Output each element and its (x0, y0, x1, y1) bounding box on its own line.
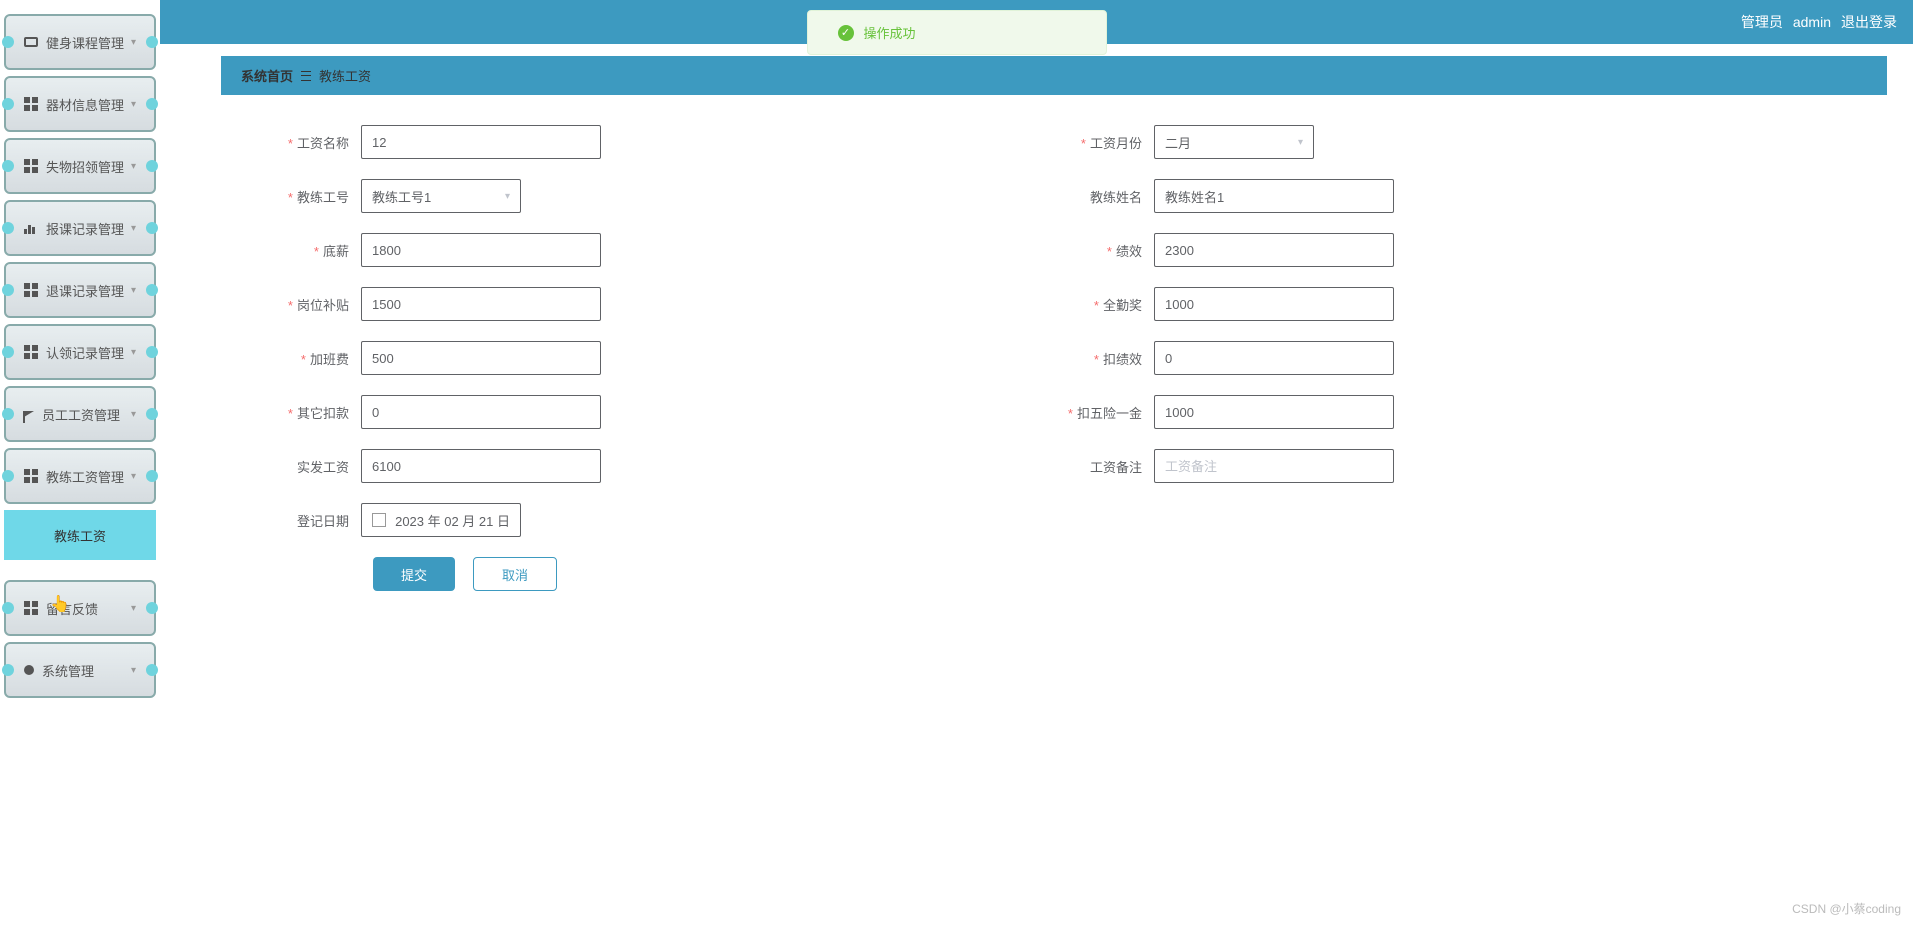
label-other-deduct: 其它扣款 (261, 403, 361, 422)
logout-link[interactable]: 退出登录 (1841, 12, 1897, 32)
coach-id-select[interactable]: 教练工号1 ▾ (361, 179, 521, 213)
breadcrumb: 系统首页 教练工资 (221, 56, 1887, 95)
sidebar-item-claim[interactable]: 认领记录管理 ▾ (4, 324, 156, 380)
salary-month-select[interactable]: 二月 ▾ (1154, 125, 1314, 159)
success-toast: ✓ 操作成功 (807, 10, 1107, 55)
grid-icon (24, 159, 38, 173)
chevron-down-icon: ▾ (131, 99, 136, 110)
sidebar-item-system[interactable]: 系统管理 ▾ (4, 642, 156, 698)
salary-name-input[interactable] (361, 125, 601, 159)
sidebar-item-label: 健身课程管理 (46, 33, 131, 52)
reg-date-picker[interactable]: 2023 年 02 月 21 日 (361, 503, 521, 537)
breadcrumb-current: 教练工资 (319, 66, 371, 85)
deduct-perf-input[interactable] (1154, 341, 1394, 375)
sidebar-item-label: 员工工资管理 (42, 405, 131, 424)
grid-icon (24, 345, 38, 359)
sidebar-item-label: 认领记录管理 (46, 343, 131, 362)
watermark: CSDN @小蔡coding (1792, 900, 1901, 917)
select-value: 二月 (1165, 133, 1191, 152)
salary-form: 工资名称 教练工号 教练工号1 ▾ 底薪 岗位补贴 加班费 (221, 95, 1887, 621)
label-reg-date: 登记日期 (261, 511, 361, 530)
sidebar-subitem-coach-salary[interactable]: 教练工资 (4, 510, 156, 560)
sidebar-item-label: 留言反馈 (46, 599, 131, 618)
label-actual-pay: 实发工资 (261, 457, 361, 476)
grid-icon (24, 97, 38, 111)
chevron-down-icon: ▾ (131, 223, 136, 234)
label-attendance-bonus: 全勤奖 (1054, 295, 1154, 314)
insurance-input[interactable] (1154, 395, 1394, 429)
chevron-down-icon: ▾ (131, 347, 136, 358)
label-coach-name: 教练姓名 (1054, 187, 1154, 206)
sidebar-item-label: 系统管理 (42, 661, 131, 680)
toast-text: 操作成功 (864, 23, 916, 42)
chevron-down-icon: ▾ (131, 603, 136, 614)
menu-icon (301, 71, 311, 81)
chevron-down-icon: ▾ (131, 285, 136, 296)
label-salary-month: 工资月份 (1054, 133, 1154, 152)
grid-icon (24, 283, 38, 297)
select-value: 教练工号1 (372, 187, 431, 206)
monitor-icon (24, 37, 38, 47)
calendar-icon (372, 513, 386, 527)
remark-input[interactable] (1154, 449, 1394, 483)
main-content: 系统首页 教练工资 工资名称 教练工号 教练工号1 ▾ 底薪 岗位补贴 (165, 44, 1913, 641)
sidebar-item-label: 教练工资管理 (46, 467, 131, 486)
label-overtime: 加班费 (261, 349, 361, 368)
sidebar-item-label: 报课记录管理 (46, 219, 131, 238)
label-base-salary: 底薪 (261, 241, 361, 260)
sidebar-item-unenroll[interactable]: 退课记录管理 ▾ (4, 262, 156, 318)
label-performance: 绩效 (1054, 241, 1154, 260)
label-coach-id: 教练工号 (261, 187, 361, 206)
user-info: 管理员 admin 退出登录 (1741, 12, 1897, 32)
flag-icon (24, 411, 34, 417)
attendance-bonus-input[interactable] (1154, 287, 1394, 321)
chevron-down-icon: ▾ (505, 191, 510, 202)
grid-icon (24, 469, 38, 483)
username[interactable]: admin (1793, 14, 1831, 30)
breadcrumb-home[interactable]: 系统首页 (241, 66, 293, 85)
coach-name-input[interactable] (1154, 179, 1394, 213)
label-remark: 工资备注 (1054, 457, 1154, 476)
sidebar-item-label: 器材信息管理 (46, 95, 131, 114)
label-salary-name: 工资名称 (261, 133, 361, 152)
chart-icon (24, 222, 38, 234)
chevron-down-icon: ▾ (131, 161, 136, 172)
sidebar-item-equipment[interactable]: 器材信息管理 ▾ (4, 76, 156, 132)
chevron-down-icon: ▾ (131, 471, 136, 482)
sidebar-item-enroll[interactable]: 报课记录管理 ▾ (4, 200, 156, 256)
label-post-subsidy: 岗位补贴 (261, 295, 361, 314)
dot-icon (24, 665, 34, 675)
sidebar-item-staff-salary[interactable]: 员工工资管理 ▾ (4, 386, 156, 442)
sidebar-subitem-label: 教练工资 (54, 526, 106, 545)
chevron-down-icon: ▾ (131, 665, 136, 676)
sidebar-item-coach-salary[interactable]: 教练工资管理 ▾ (4, 448, 156, 504)
grid-icon (24, 601, 38, 615)
sidebar-item-course[interactable]: 健身课程管理 ▾ (4, 14, 156, 70)
submit-button[interactable]: 提交 (373, 557, 455, 591)
chevron-down-icon: ▾ (131, 37, 136, 48)
label-insurance: 扣五险一金 (1054, 403, 1154, 422)
overtime-input[interactable] (361, 341, 601, 375)
other-deduct-input[interactable] (361, 395, 601, 429)
check-icon: ✓ (838, 25, 854, 41)
chevron-down-icon: ▾ (1298, 137, 1303, 148)
date-value: 2023 年 02 月 21 日 (395, 511, 510, 530)
sidebar-item-lostfound[interactable]: 失物招领管理 ▾ (4, 138, 156, 194)
base-salary-input[interactable] (361, 233, 601, 267)
post-subsidy-input[interactable] (361, 287, 601, 321)
sidebar-item-label: 失物招领管理 (46, 157, 131, 176)
cancel-button[interactable]: 取消 (473, 557, 557, 591)
sidebar-item-feedback[interactable]: 留言反馈 ▾ 👆 (4, 580, 156, 636)
role-label: 管理员 (1741, 12, 1783, 32)
chevron-down-icon: ▾ (131, 409, 136, 420)
sidebar-item-label: 退课记录管理 (46, 281, 131, 300)
actual-pay-input[interactable] (361, 449, 601, 483)
sidebar: 健身课程管理 ▾ 器材信息管理 ▾ 失物招领管理 ▾ 报课记录管理 ▾ 退课记录… (0, 0, 160, 925)
performance-input[interactable] (1154, 233, 1394, 267)
label-deduct-perf: 扣绩效 (1054, 349, 1154, 368)
